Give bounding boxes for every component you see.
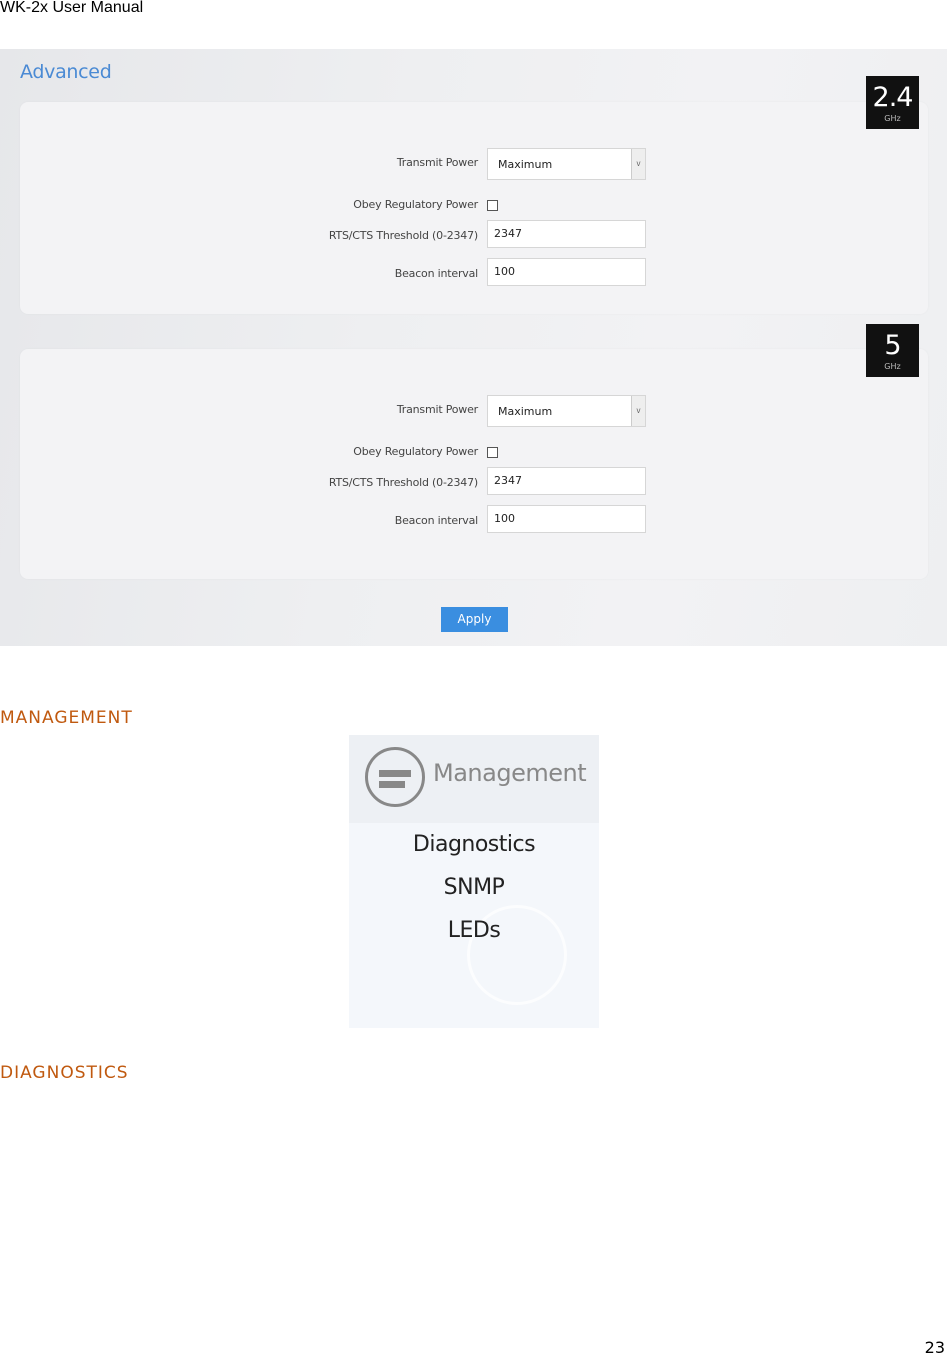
transmit-power-label: Transmit Power — [396, 156, 478, 169]
band-badge-2-4ghz: 2.4 GHz — [866, 76, 919, 129]
beacon-interval-label: Beacon interval — [394, 514, 478, 527]
page-number: 23 — [924, 1338, 945, 1356]
advanced-title: Advanced — [20, 61, 112, 83]
management-menu-header: Management — [349, 735, 599, 823]
advanced-settings-screenshot: Advanced Transmit Power Maximum v Obey R… — [0, 49, 947, 646]
beacon-interval-row: Beacon interval 100 — [20, 258, 928, 288]
beacon-interval-input[interactable]: 100 — [487, 258, 646, 286]
management-menu-title: Management — [433, 759, 587, 787]
diagnostics-heading: DIAGNOSTICS — [0, 1063, 129, 1083]
band-panel-5ghz: Transmit Power Maximum v Obey Regulatory… — [20, 349, 928, 579]
rts-cts-row: RTS/CTS Threshold (0-2347) 2347 — [20, 467, 928, 497]
menu-item-leds[interactable]: LEDs — [349, 918, 599, 943]
beacon-interval-input[interactable]: 100 — [487, 505, 646, 533]
transmit-power-select[interactable]: Maximum v — [487, 148, 646, 180]
rts-cts-label: RTS/CTS Threshold (0-2347) — [328, 476, 478, 489]
transmit-power-label: Transmit Power — [396, 403, 478, 416]
management-icon — [365, 747, 425, 807]
band-number: 2.4 — [872, 82, 914, 113]
menu-item-snmp[interactable]: SNMP — [349, 875, 599, 900]
obey-regulatory-label: Obey Regulatory Power — [353, 445, 478, 458]
document-header: WK-2x User Manual — [0, 0, 144, 16]
obey-regulatory-checkbox[interactable] — [487, 447, 498, 458]
management-menu-screenshot: Management Diagnostics SNMP LEDs — [349, 735, 599, 1028]
apply-button[interactable]: Apply — [441, 607, 508, 632]
beacon-interval-row: Beacon interval 100 — [20, 505, 928, 535]
transmit-power-value: Maximum — [498, 405, 553, 418]
rts-cts-input[interactable]: 2347 — [487, 220, 646, 248]
band-badge-5ghz: 5 GHz — [866, 324, 919, 377]
obey-regulatory-checkbox[interactable] — [487, 200, 498, 211]
management-heading: MANAGEMENT — [0, 708, 133, 728]
band-panel-2-4ghz: Transmit Power Maximum v Obey Regulatory… — [20, 102, 928, 314]
beacon-interval-label: Beacon interval — [394, 267, 478, 280]
menu-item-diagnostics[interactable]: Diagnostics — [349, 832, 599, 857]
transmit-power-row: Transmit Power Maximum v — [20, 395, 928, 427]
rts-cts-label: RTS/CTS Threshold (0-2347) — [328, 229, 478, 242]
transmit-power-row: Transmit Power Maximum v — [20, 148, 928, 180]
transmit-power-value: Maximum — [498, 158, 553, 171]
obey-regulatory-label: Obey Regulatory Power — [353, 198, 478, 211]
band-number: 5 — [884, 330, 901, 361]
rts-cts-input[interactable]: 2347 — [487, 467, 646, 495]
rts-cts-row: RTS/CTS Threshold (0-2347) 2347 — [20, 220, 928, 250]
chevron-down-icon[interactable]: v — [631, 396, 645, 426]
band-unit: GHz — [884, 362, 901, 371]
band-unit: GHz — [884, 114, 901, 123]
transmit-power-select[interactable]: Maximum v — [487, 395, 646, 427]
chevron-down-icon[interactable]: v — [631, 149, 645, 179]
